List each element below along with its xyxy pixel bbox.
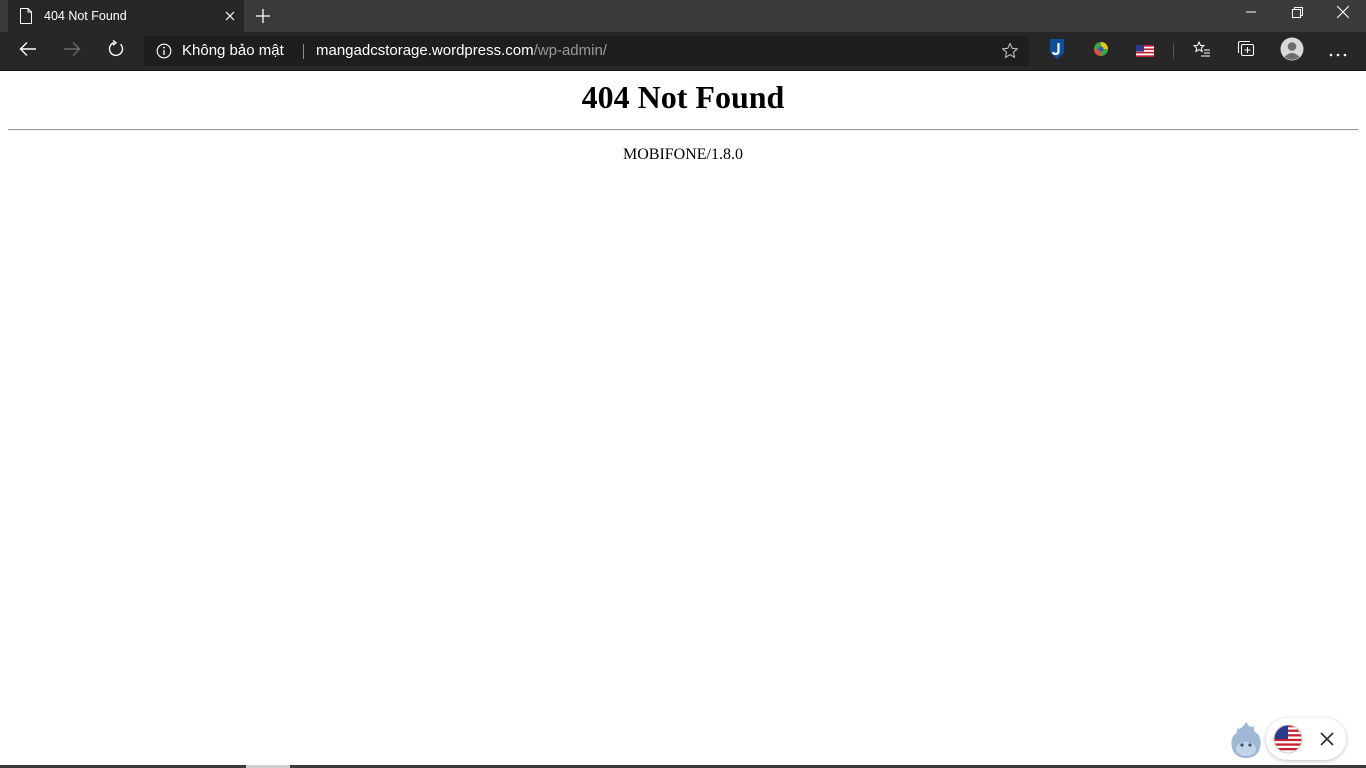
refresh-button[interactable] — [100, 36, 132, 66]
title-bar: 404 Not Found — [0, 0, 1366, 32]
security-status[interactable]: Không bảo mật — [182, 42, 284, 59]
new-tab-button[interactable] — [251, 4, 275, 28]
fire-mascot-icon — [1228, 722, 1264, 764]
back-button[interactable] — [12, 36, 44, 66]
language-widget — [1266, 718, 1346, 760]
tab-active[interactable]: 404 Not Found — [8, 0, 244, 32]
close-window-button[interactable] — [1320, 0, 1366, 24]
tab-close-icon[interactable] — [222, 8, 238, 24]
url-text[interactable]: mangadcstorage.wordpress.com/wp-admin/ — [316, 42, 607, 59]
page-icon — [18, 8, 34, 24]
divider — [8, 129, 1358, 131]
url-host: mangadcstorage.wordpress.com — [316, 42, 534, 59]
refresh-icon — [107, 39, 125, 62]
more-icon — [1329, 42, 1347, 61]
more-button[interactable] — [1322, 36, 1354, 66]
address-separator — [303, 44, 304, 59]
us-flag-circle-icon[interactable] — [1273, 724, 1303, 754]
favorites-list-icon — [1192, 40, 1211, 61]
profile-button[interactable] — [1276, 36, 1308, 66]
extension-globe-button[interactable] — [1085, 36, 1117, 66]
fire-mascot-widget[interactable] — [1228, 720, 1264, 760]
star-icon[interactable] — [1001, 42, 1019, 60]
extension-j-button[interactable] — [1041, 36, 1073, 66]
collections-icon — [1237, 40, 1255, 62]
address-bar[interactable]: Không bảo mật mangadcstorage.wordpress.c… — [144, 36, 1029, 66]
minimize-button[interactable] — [1228, 0, 1274, 24]
url-path: /wp-admin/ — [533, 42, 607, 59]
us-flag-icon — [1136, 42, 1154, 61]
browser-toolbar: Không bảo mật mangadcstorage.wordpress.c… — [0, 32, 1366, 71]
profile-icon — [1280, 37, 1304, 65]
server-signature: MOBIFONE/1.8.0 — [622, 146, 743, 163]
info-icon[interactable] — [156, 43, 172, 59]
forward-arrow-icon — [63, 41, 81, 61]
tab-title: 404 Not Found — [44, 9, 127, 23]
favorites-button[interactable] — [1186, 36, 1218, 66]
forward-button[interactable] — [56, 36, 88, 66]
restore-button[interactable] — [1274, 0, 1320, 24]
back-arrow-icon — [19, 41, 37, 61]
collections-button[interactable] — [1230, 36, 1262, 66]
page-content: 404 Not Found MOBIFONE/1.8.0 — [0, 71, 1366, 768]
close-icon[interactable] — [1319, 731, 1335, 747]
toolbar-divider — [1173, 43, 1174, 59]
j-extension-icon — [1049, 39, 1065, 63]
colorful-extension-icon — [1092, 40, 1110, 62]
extension-flag-button[interactable] — [1129, 36, 1161, 66]
error-heading: 404 Not Found — [581, 79, 785, 115]
